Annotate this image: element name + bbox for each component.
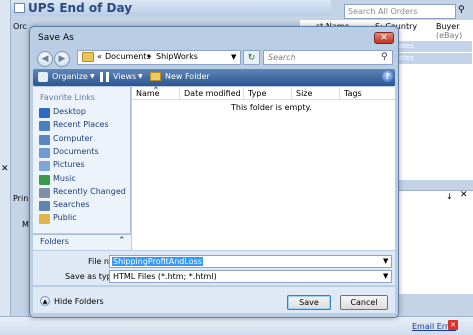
hide-folders-button[interactable]: Hide Folders [54, 297, 104, 306]
documents-icon [39, 147, 50, 158]
chevron-up-icon[interactable]: ▲ [40, 296, 50, 306]
empty-folder-message: This folder is empty. [231, 103, 312, 112]
searches-icon [39, 201, 50, 212]
computer-icon [39, 134, 50, 145]
nav-item-label: Music [53, 173, 76, 183]
column-divider[interactable] [243, 88, 244, 99]
organize-button[interactable]: Organize [52, 72, 88, 81]
desktop-icon [39, 108, 50, 118]
nav-item-label: Desktop [53, 107, 86, 116]
music-icon [39, 174, 50, 185]
back-button[interactable]: ◀ [37, 51, 53, 67]
nav-item-desktop[interactable]: Desktop [38, 107, 130, 119]
nav-item-label: Pictures [53, 160, 85, 170]
cancel-button[interactable]: Cancel [340, 295, 388, 310]
breadcrumb-shipworks[interactable]: ShipWorks [156, 52, 198, 61]
new-folder-icon[interactable] [150, 72, 161, 81]
search-icon[interactable]: ⚲ [458, 5, 465, 15]
refresh-button[interactable]: ↻ [243, 50, 260, 65]
views-icon[interactable] [100, 72, 109, 82]
nav-item-label: Documents [53, 146, 99, 156]
pictures-icon [39, 161, 50, 172]
print-panel-label: Prin [13, 194, 29, 203]
grid-header-buyer[interactable]: Buyer (eBay) [436, 22, 462, 40]
chevron-down-icon[interactable]: ▼ [90, 73, 95, 80]
breadcrumb-overflow[interactable]: « [97, 52, 102, 61]
folders-label[interactable]: Folders [40, 237, 69, 246]
forward-button[interactable]: ▶ [54, 51, 70, 67]
nav-item-label: Searches [53, 200, 90, 210]
nav-item-label: Recent Places [53, 120, 109, 130]
nav-item-label: Computer [53, 133, 93, 143]
column-divider[interactable] [339, 88, 340, 99]
column-name[interactable]: Name [136, 89, 160, 98]
favorite-links-heading: Favorite Links [40, 93, 96, 102]
window-icon [14, 3, 25, 13]
column-divider[interactable] [179, 88, 180, 99]
column-tags[interactable]: Tags [344, 89, 362, 98]
bottom-pane [392, 190, 473, 294]
public-icon [39, 214, 50, 225]
close-button[interactable]: ✕ [374, 32, 394, 44]
nav-item-music[interactable]: Music [38, 174, 130, 186]
nav-item-computer[interactable]: Computer [38, 134, 130, 146]
search-input[interactable]: Search [263, 50, 393, 65]
chevron-down-icon[interactable]: ▼ [383, 272, 388, 280]
pin-icon[interactable]: ↓ [446, 192, 453, 201]
order-column-header: Orc [13, 22, 27, 31]
nav-item-recent-places[interactable]: Recent Places [38, 120, 130, 132]
views-button[interactable]: Views [113, 72, 136, 81]
nav-item-label: Recently Changed [53, 186, 126, 196]
breadcrumb-separator[interactable]: ▸ [148, 52, 152, 60]
folder-icon [82, 52, 94, 62]
organize-icon[interactable] [38, 72, 48, 82]
column-size[interactable]: Size [296, 89, 312, 98]
recently-changed-icon [39, 187, 50, 198]
nav-item-label: Public [53, 213, 77, 223]
nav-item-searches[interactable]: Searches [38, 200, 130, 212]
error-icon[interactable]: ✕ [448, 320, 458, 330]
search-orders-input[interactable]: Search All Orders [344, 4, 456, 19]
chevron-down-icon[interactable]: ▼ [231, 53, 236, 61]
save-as-type-select[interactable]: HTML Files (*.htm; *.html) [109, 270, 392, 283]
buyer-header-label: Buyer [436, 22, 460, 31]
file-name-field[interactable]: ShippingProfitAndLoss [109, 255, 392, 268]
nav-item-recently-changed[interactable]: Recently Changed [38, 187, 130, 199]
close-pane-icon[interactable]: ✕ [460, 190, 468, 200]
background-window-title: UPS End of Day [28, 1, 133, 15]
breadcrumb-documents[interactable]: Documents [105, 52, 151, 61]
chevron-down-icon[interactable]: ▼ [383, 257, 388, 265]
search-icon[interactable]: ⚲ [381, 52, 388, 62]
chevron-down-icon[interactable]: ▼ [138, 73, 143, 80]
recent-places-icon [39, 121, 50, 132]
column-divider[interactable] [291, 88, 292, 99]
status-bar [0, 316, 473, 335]
column-date-modified[interactable]: Date modified [184, 89, 241, 98]
column-type[interactable]: Type [248, 89, 266, 98]
close-panel-icon[interactable]: ✕ [1, 164, 9, 174]
nav-item-documents[interactable]: Documents [38, 147, 130, 159]
help-icon[interactable]: ? [382, 71, 393, 82]
new-folder-button[interactable]: New Folder [165, 72, 210, 81]
file-name-selected-text[interactable]: ShippingProfitAndLoss [112, 257, 203, 266]
nav-item-pictures[interactable]: Pictures [38, 160, 130, 172]
save-button[interactable]: Save [287, 295, 331, 310]
dialog-title: Save As [38, 33, 74, 43]
nav-item-public[interactable]: Public [38, 213, 130, 225]
chevron-up-icon[interactable]: ⌃ [118, 236, 126, 246]
buyer-header-sub: (eBay) [436, 31, 463, 40]
